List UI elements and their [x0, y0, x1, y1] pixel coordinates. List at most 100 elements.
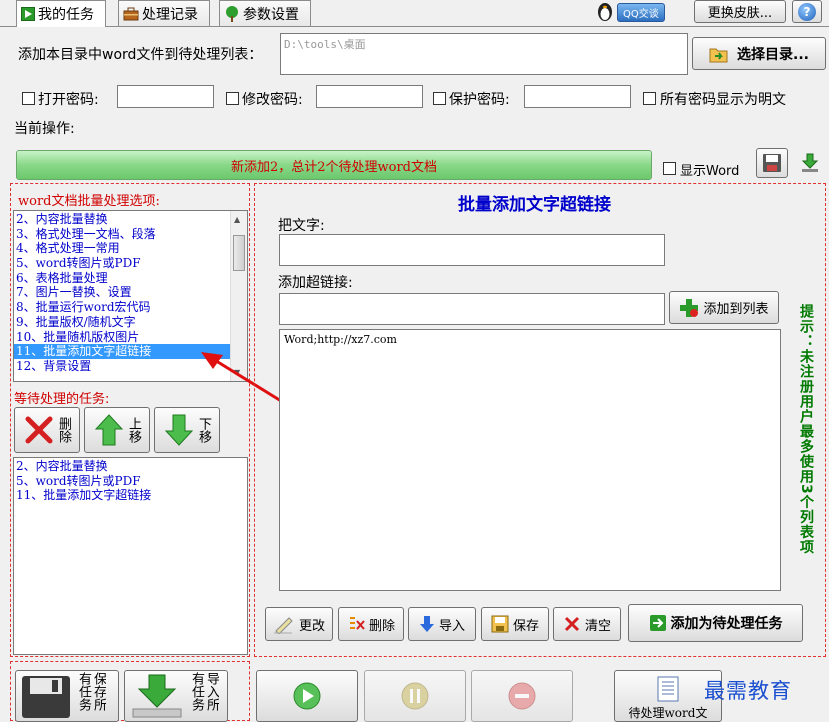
panel-title: 批量添加文字超链接	[458, 195, 611, 215]
import-all-tasks-label: 导入所有任务	[189, 672, 219, 711]
option-item[interactable]: 4、格式处理一常用	[14, 241, 247, 256]
show-word-checkbox[interactable]	[663, 162, 676, 175]
add-task-button[interactable]: 添加为待处理任务	[628, 604, 803, 642]
pencil-icon	[273, 614, 295, 634]
option-item[interactable]: 7、图片一替换、设置	[14, 285, 247, 300]
save-all-tasks-label: 保存所有任务	[76, 672, 106, 711]
help-button[interactable]: ?	[792, 0, 822, 23]
pending-item[interactable]: 2、内容批量替换	[14, 459, 247, 474]
pause-button[interactable]	[364, 670, 466, 722]
show-plain-password-checkbox[interactable]	[643, 92, 656, 105]
save-icon-button[interactable]	[756, 148, 788, 178]
tab-label: 参数设置	[243, 6, 299, 23]
option-item[interactable]: 9、批量版权/随机文字	[14, 315, 247, 330]
open-password-input[interactable]	[117, 85, 214, 108]
current-operation-label: 当前操作:	[14, 121, 75, 137]
delete-task-label: 删除	[56, 417, 71, 443]
delete-row-label: 删除	[368, 618, 395, 634]
modify-password-label: 修改密码:	[242, 92, 303, 108]
tab-label: 我的任务	[38, 7, 94, 23]
open-password-checkbox[interactable]	[22, 92, 35, 105]
progress-bar: 新添加2，总计2个待处理word文档	[16, 150, 652, 180]
tab-settings[interactable]: 参数设置	[219, 0, 311, 26]
pending-list[interactable]: 2、内容批量替换 5、word转图片或PDF 11、批量添加文字超链接	[13, 457, 248, 655]
save-button[interactable]: 保存	[481, 607, 549, 641]
add-task-label: 添加为待处理任务	[670, 616, 783, 632]
option-item[interactable]: 8、批量运行word宏代码	[14, 300, 247, 315]
down-arrow-icon	[164, 413, 194, 447]
green-plus-icon	[679, 298, 699, 318]
pending-item[interactable]: 11、批量添加文字超链接	[14, 488, 247, 503]
red-x-icon	[24, 415, 54, 445]
play-icon	[292, 681, 322, 711]
pending-title: 等待处理的任务:	[14, 392, 110, 407]
directory-path-field[interactable]: D:\tools\桌面	[280, 33, 688, 75]
option-item[interactable]: 5、word转图片或PDF	[14, 256, 247, 271]
modify-label: 更改	[298, 618, 325, 634]
option-item[interactable]: 3、格式处理一文档、段落	[14, 227, 247, 242]
start-button[interactable]	[256, 670, 358, 722]
delete-task-button[interactable]: 删除	[14, 407, 80, 453]
open-password-label: 打开密码:	[38, 92, 99, 108]
clear-label: 清空	[584, 618, 611, 634]
delete-row-button[interactable]: 删除	[338, 607, 404, 641]
qq-chat-button[interactable]: QQ交谈	[596, 1, 682, 23]
protect-password-input[interactable]	[524, 85, 631, 108]
folder-arrow-icon	[709, 45, 729, 63]
delete-rows-icon	[347, 615, 365, 633]
option-item[interactable]: 6、表格批量处理	[14, 271, 247, 286]
tab-history[interactable]: 处理记录	[118, 0, 210, 26]
show-plain-password-label: 所有密码显示为明文	[660, 92, 786, 108]
text-label: 把文字:	[278, 218, 325, 234]
modify-password-checkbox[interactable]	[226, 92, 239, 105]
floppy-save-icon	[762, 153, 782, 173]
link-input[interactable]	[279, 293, 665, 325]
download-icon-button[interactable]	[795, 148, 825, 178]
download-arrow-icon	[800, 153, 820, 173]
protect-password-checkbox[interactable]	[433, 92, 446, 105]
select-directory-button[interactable]: 选择目录...	[692, 37, 826, 70]
big-floppy-icon	[20, 674, 72, 718]
add-to-list-label: 添加到列表	[703, 302, 769, 317]
add-to-list-button[interactable]: 添加到列表	[669, 291, 779, 324]
option-item[interactable]: 10、批量随机版权图片	[14, 330, 247, 345]
scroll-thumb[interactable]	[233, 235, 245, 271]
help-icon: ?	[798, 2, 816, 21]
select-directory-label: 选择目录...	[737, 46, 809, 63]
watermark-text: 最需教育	[704, 679, 792, 703]
move-up-label: 上移	[126, 417, 141, 443]
qq-chat-label: QQ交谈	[617, 2, 665, 22]
modify-password-input[interactable]	[316, 85, 423, 108]
options-title: word文档批量处理选项:	[18, 194, 160, 209]
arrow-into-box-icon	[649, 614, 667, 632]
up-arrow-icon	[94, 413, 124, 447]
modify-button[interactable]: 更改	[265, 607, 333, 641]
briefcase-icon	[123, 7, 139, 21]
text-input[interactable]	[279, 234, 665, 266]
doc-play-icon	[21, 7, 35, 21]
import-label: 导入	[438, 618, 465, 634]
tab-my-tasks[interactable]: 我的任务	[16, 0, 106, 27]
link-list-textarea[interactable]: Word;http://xz7.com	[279, 329, 781, 591]
show-word-label: 显示Word	[680, 164, 740, 179]
big-download-icon	[129, 673, 185, 719]
pause-icon	[400, 681, 430, 711]
scroll-up-icon[interactable]: ▲	[234, 215, 240, 224]
stop-button[interactable]	[471, 670, 573, 722]
save-all-tasks-button[interactable]: 保存所有任务	[15, 670, 119, 722]
protect-password-label: 保护密码:	[449, 92, 510, 108]
import-all-tasks-button[interactable]: 导入所有任务	[124, 670, 228, 722]
tab-strip-line	[0, 26, 829, 27]
clear-button[interactable]: 清空	[553, 607, 621, 641]
list-doc-icon	[655, 676, 681, 702]
move-up-button[interactable]: 上移	[84, 407, 150, 453]
save-label: 保存	[512, 618, 539, 634]
option-item[interactable]: 2、内容批量替换	[14, 212, 247, 227]
directory-label: 添加本目录中word文件到待处理列表：	[18, 47, 263, 63]
clear-x-icon	[563, 615, 581, 633]
pending-item[interactable]: 5、word转图片或PDF	[14, 474, 247, 489]
import-button[interactable]: 导入	[408, 607, 476, 641]
import-arrow-icon	[419, 615, 435, 633]
registration-tip: 提示：未注册用户最多使用3个列表项	[798, 304, 814, 555]
change-skin-button[interactable]: 更换皮肤...	[694, 0, 786, 23]
